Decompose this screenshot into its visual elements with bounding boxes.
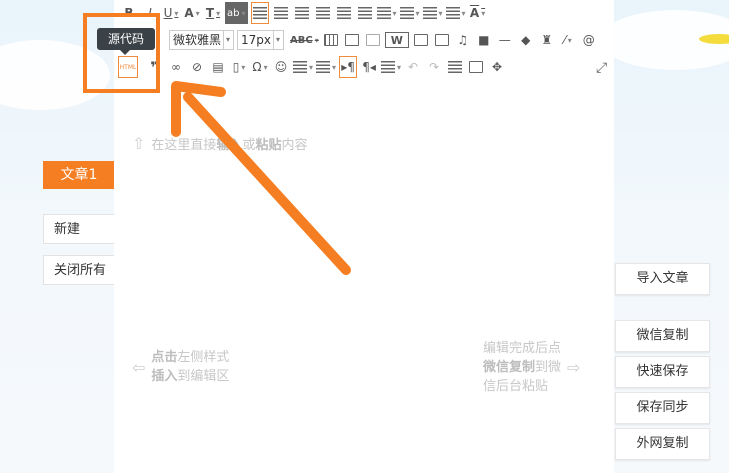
- wechat-copy-button[interactable]: 微信复制: [615, 320, 710, 352]
- save-sync-button[interactable]: 保存同步: [615, 392, 710, 424]
- quick-save-button[interactable]: 快速保存: [615, 356, 710, 388]
- import-article-button[interactable]: 导入文章: [615, 263, 710, 295]
- external-copy-button[interactable]: 外网复制: [615, 428, 710, 460]
